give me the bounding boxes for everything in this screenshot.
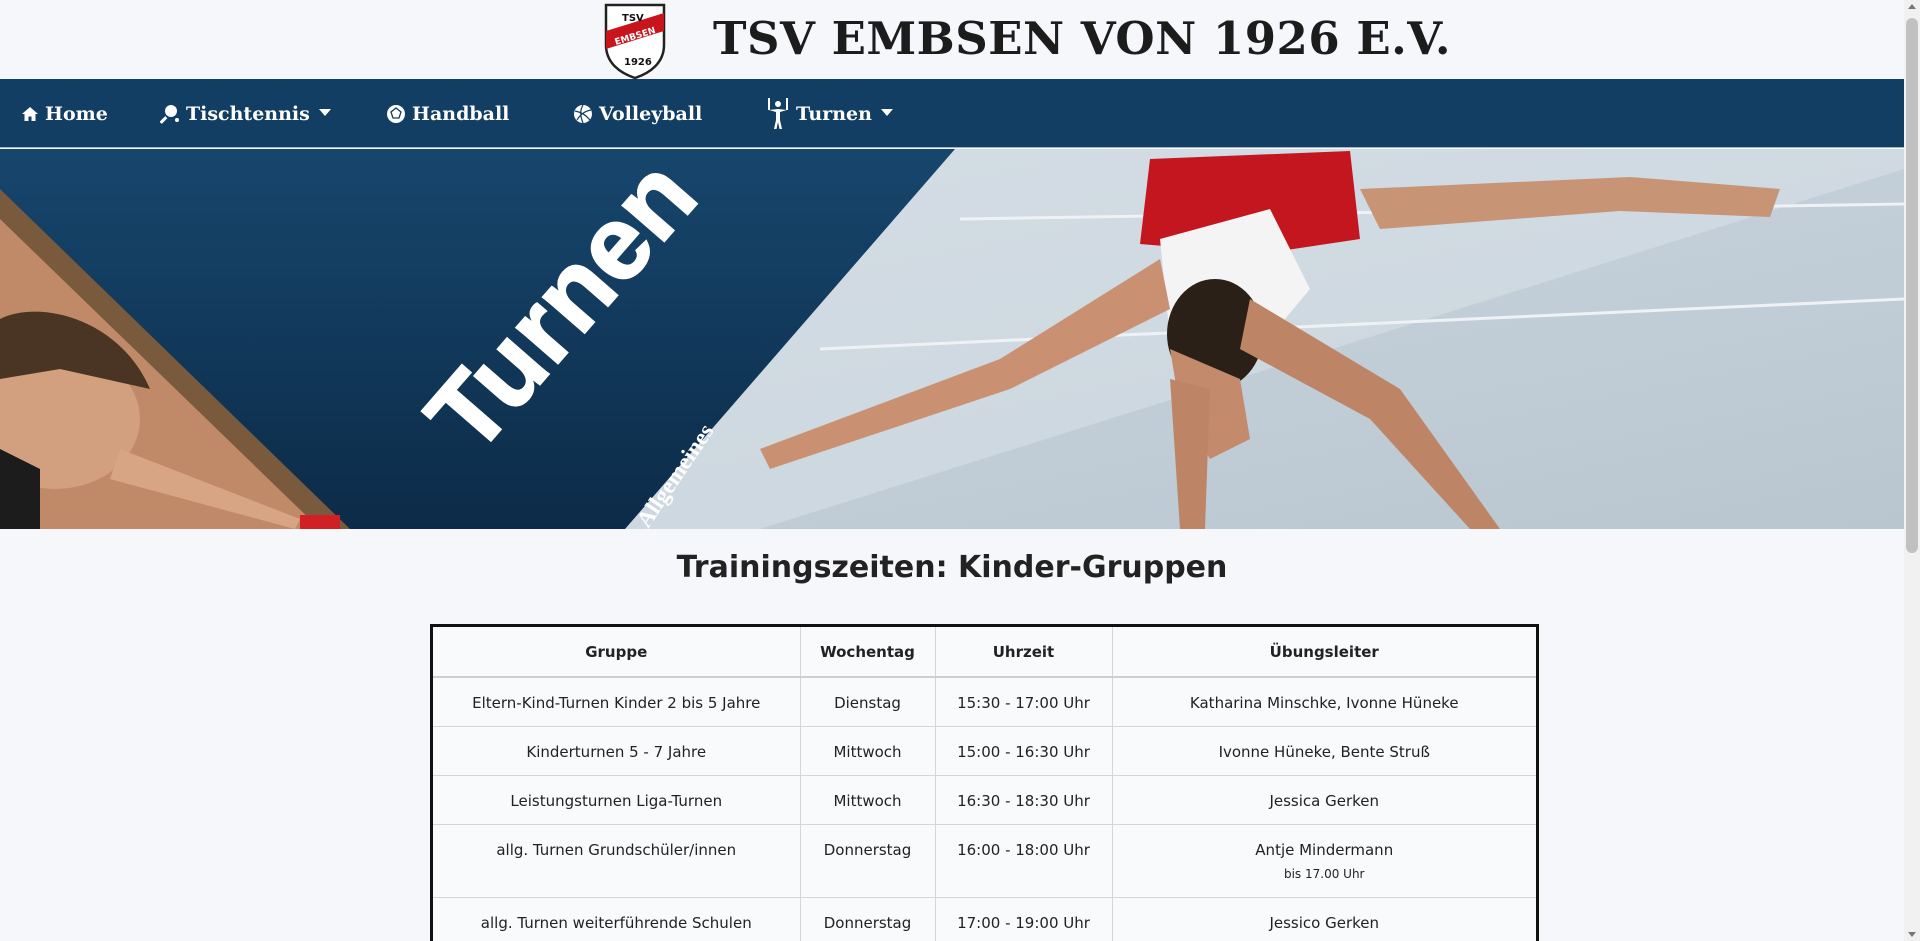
column-header-wochentag: Wochentag bbox=[800, 627, 936, 678]
cell-wochentag: Dienstag bbox=[800, 677, 936, 727]
cell-uhrzeit: 15:30 - 17:00 Uhr bbox=[935, 677, 1113, 727]
cell-uhrzeit: 17:00 - 19:00 Uhr bbox=[935, 897, 1113, 941]
section-title: Trainingszeiten: Kinder-Gruppen bbox=[676, 550, 1228, 585]
column-header-uebungsleiter: Übungsleiter bbox=[1112, 627, 1536, 678]
gymnast-icon bbox=[766, 97, 790, 130]
nav-label-home: Home bbox=[45, 102, 108, 125]
chevron-down-icon bbox=[880, 108, 893, 116]
training-times-table: Gruppe Wochentag Uhrzeit Übungsleiter El… bbox=[430, 624, 1539, 941]
nav-label-handball: Handball bbox=[412, 102, 510, 125]
trainer-note: bis 17.00 Uhr bbox=[1283, 866, 1365, 881]
trainer-name: Antje Mindermann bbox=[1255, 840, 1394, 859]
cell-wochentag: Donnerstag bbox=[800, 897, 936, 941]
handball-icon bbox=[386, 104, 406, 124]
site-header: TSV EMBSEN 1926 TSV EMBSEN VON 1926 E.V. bbox=[0, 0, 1904, 80]
site-title: TSV EMBSEN VON 1926 E.V. bbox=[713, 12, 1452, 65]
nav-label-turnen: Turnen bbox=[796, 102, 872, 125]
cell-gruppe: Leistungsturnen Liga-Turnen bbox=[433, 775, 801, 825]
nav-label-volleyball: Volleyball bbox=[599, 102, 703, 125]
home-icon bbox=[21, 105, 39, 123]
table-tennis-icon bbox=[160, 104, 180, 124]
table-row: allg. Turnen weiterführende Schulen Donn… bbox=[433, 897, 1536, 941]
cell-uebungsleiter: Antje Mindermann bis 17.00 Uhr bbox=[1112, 824, 1536, 898]
cell-uebungsleiter: Ivonne Hüneke, Bente Struß bbox=[1112, 726, 1536, 776]
cell-uhrzeit: 16:30 - 18:30 Uhr bbox=[935, 775, 1113, 825]
cell-uebungsleiter: Jessica Gerken bbox=[1112, 775, 1536, 825]
cell-gruppe: Eltern-Kind-Turnen Kinder 2 bis 5 Jahre bbox=[433, 677, 801, 727]
scroll-down-arrow-icon[interactable] bbox=[1908, 932, 1916, 937]
column-header-uhrzeit: Uhrzeit bbox=[935, 627, 1113, 678]
main-navbar: Home Tischtennis Handball Volleyball Tur… bbox=[0, 79, 1904, 148]
nav-item-home[interactable]: Home bbox=[21, 79, 108, 148]
cell-gruppe: Kinderturnen 5 - 7 Jahre bbox=[433, 726, 801, 776]
nav-label-tischtennis: Tischtennis bbox=[186, 102, 310, 125]
svg-text:1926: 1926 bbox=[624, 57, 652, 68]
hero-banner: Turnen Allgemeines bbox=[0, 149, 1904, 529]
nav-item-handball[interactable]: Handball bbox=[386, 79, 509, 148]
scrollbar-thumb[interactable] bbox=[1906, 18, 1918, 553]
page-scrollbar[interactable] bbox=[1904, 0, 1920, 941]
nav-item-tischtennis[interactable]: Tischtennis bbox=[160, 79, 331, 148]
nav-item-turnen[interactable]: Turnen bbox=[766, 79, 893, 148]
table-row: Leistungsturnen Liga-Turnen Mittwoch 16:… bbox=[433, 775, 1536, 825]
volleyball-icon bbox=[573, 104, 593, 124]
cell-wochentag: Mittwoch bbox=[800, 775, 936, 825]
cell-uhrzeit: 16:00 - 18:00 Uhr bbox=[935, 824, 1113, 898]
club-logo[interactable]: TSV EMBSEN 1926 bbox=[600, 1, 670, 80]
cell-gruppe: allg. Turnen weiterführende Schulen bbox=[433, 897, 801, 941]
scroll-up-arrow-icon[interactable] bbox=[1908, 4, 1916, 9]
cell-uebungsleiter: Katharina Minschke, Ivonne Hüneke bbox=[1112, 677, 1536, 727]
chevron-down-icon bbox=[318, 108, 331, 116]
nav-item-volleyball[interactable]: Volleyball bbox=[573, 79, 702, 148]
cell-wochentag: Donnerstag bbox=[800, 824, 936, 898]
table-header-row: Gruppe Wochentag Uhrzeit Übungsleiter bbox=[433, 627, 1536, 678]
cell-wochentag: Mittwoch bbox=[800, 726, 936, 776]
cell-uhrzeit: 15:00 - 16:30 Uhr bbox=[935, 726, 1113, 776]
table-row: Eltern-Kind-Turnen Kinder 2 bis 5 Jahre … bbox=[433, 677, 1536, 727]
cell-gruppe: allg. Turnen Grundschüler/innen bbox=[433, 824, 801, 898]
svg-text:TSV: TSV bbox=[622, 13, 644, 24]
table-row: allg. Turnen Grundschüler/innen Donnerst… bbox=[433, 824, 1536, 898]
table-row: Kinderturnen 5 - 7 Jahre Mittwoch 15:00 … bbox=[433, 726, 1536, 776]
column-header-gruppe: Gruppe bbox=[433, 627, 801, 678]
cell-uebungsleiter: Jessico Gerken bbox=[1112, 897, 1536, 941]
